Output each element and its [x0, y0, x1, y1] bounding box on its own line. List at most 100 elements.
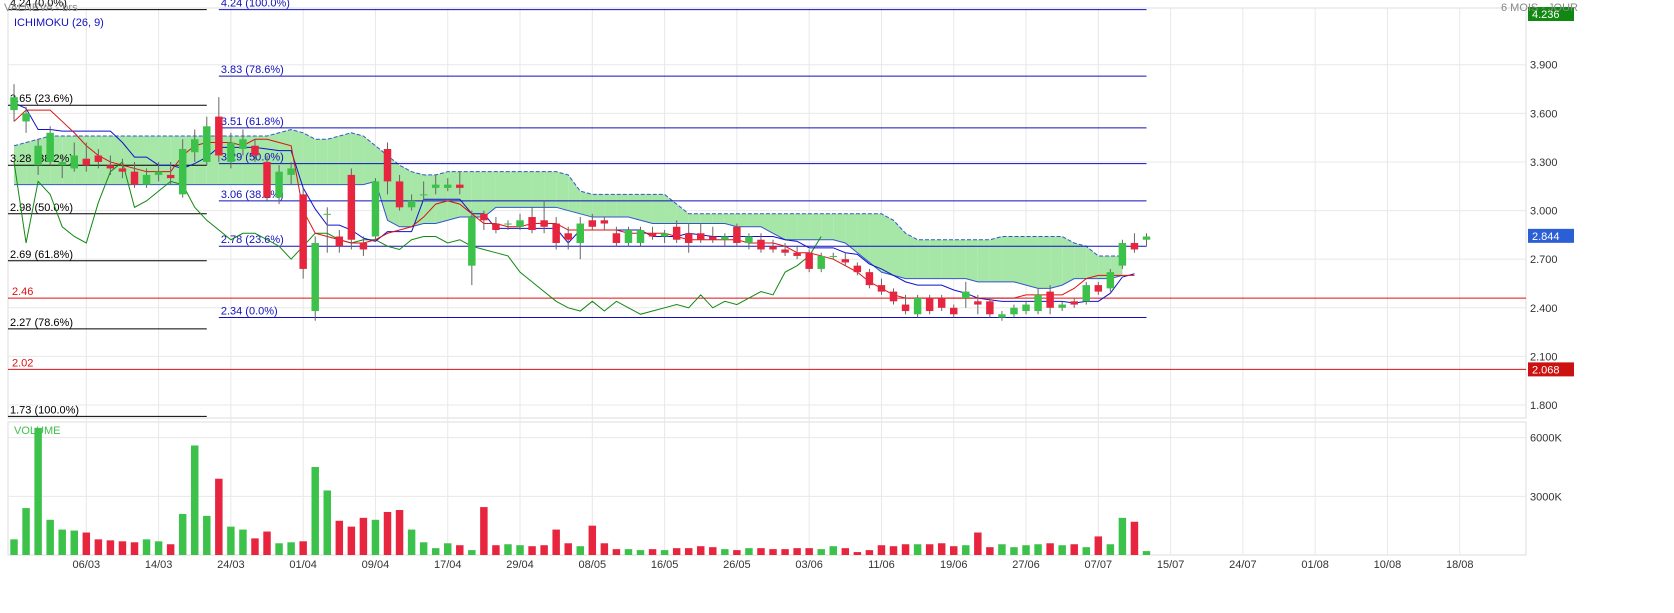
cloud-segment	[676, 204, 689, 224]
volume-bar	[383, 511, 392, 555]
candle-body	[853, 265, 862, 273]
fib-blue-label: 3.83 (78.6%)	[221, 64, 284, 76]
candle-body	[444, 184, 452, 188]
volume-bar	[215, 478, 223, 555]
volume-bar	[480, 507, 488, 555]
volume-bar	[865, 550, 874, 555]
volume-title: VOLUME	[14, 425, 60, 437]
x-tick-label: 11/06	[868, 559, 895, 571]
x-tick-label: 27/06	[1012, 559, 1040, 571]
candle-body	[504, 223, 512, 225]
candle-body	[22, 113, 30, 122]
candle-body	[721, 236, 729, 240]
candle-body	[769, 246, 777, 250]
y-tick-label: 3.600	[1530, 108, 1558, 120]
indicator-label: ICHIMOKU (26, 9)	[14, 17, 104, 29]
volume-bar	[757, 548, 765, 555]
volume-bar	[118, 541, 127, 555]
volume-bar	[1142, 551, 1151, 555]
cloud-segment	[1013, 236, 1027, 286]
x-tick-label: 10/08	[1374, 559, 1402, 571]
cloud-segment	[785, 213, 798, 240]
candle-body	[323, 213, 331, 215]
fib-black-label: 2.27 (78.6%)	[10, 317, 73, 329]
volume-bar	[950, 546, 958, 555]
volume-bar	[998, 544, 1006, 555]
candle-body	[480, 213, 488, 221]
candle-body	[456, 184, 464, 188]
candle-body	[154, 171, 163, 175]
volume-tick-label: 6000K	[1530, 433, 1562, 445]
volume-bar	[10, 539, 18, 555]
candle-body	[636, 230, 645, 243]
y-tick-label: 2.400	[1530, 303, 1558, 315]
candle-body	[962, 291, 970, 299]
candle-body	[877, 285, 886, 292]
candle-body	[94, 155, 103, 162]
fib-black-label: 1.73 (100.0%)	[10, 404, 79, 416]
x-tick-label: 15/07	[1157, 559, 1185, 571]
volume-bar	[299, 541, 307, 555]
candle-body	[588, 220, 597, 227]
cloud-segment	[495, 171, 508, 208]
cloud-segment	[1001, 236, 1014, 282]
volume-bar	[347, 526, 356, 555]
cloud-segment	[447, 171, 460, 221]
candle-body	[672, 226, 681, 240]
candle-body	[239, 139, 247, 149]
volume-bar	[166, 544, 175, 555]
volume-bar	[612, 549, 621, 555]
volume-bar	[1118, 517, 1127, 555]
volume-bar	[178, 513, 187, 555]
volume-bar	[901, 544, 910, 555]
cloud-segment	[941, 239, 954, 279]
volume-bar	[540, 545, 548, 555]
candle-body	[793, 252, 801, 256]
cloud-segment	[833, 213, 846, 243]
volume-bar	[889, 546, 898, 555]
candle-body	[648, 233, 657, 237]
cloud-segment	[881, 213, 894, 276]
volume-bar	[552, 529, 560, 555]
volume-bar	[335, 520, 344, 555]
candle-body	[106, 165, 115, 169]
candle-body	[974, 301, 982, 305]
volume-bar	[1058, 545, 1066, 555]
volume-tick-label: 3000K	[1530, 491, 1562, 503]
volume-bar	[576, 546, 584, 555]
cloud-segment	[736, 213, 749, 227]
candle-body	[937, 298, 946, 308]
volume-bar	[203, 515, 211, 555]
cloud-segment	[652, 194, 665, 224]
volume-bar	[275, 543, 283, 555]
cloud-segment	[1026, 236, 1039, 289]
candle-body	[865, 272, 874, 286]
x-tick-label: 01/08	[1301, 559, 1329, 571]
volume-bar	[1106, 544, 1115, 555]
volume-bar	[962, 545, 970, 555]
candle-body	[697, 233, 705, 240]
cloud-segment	[556, 171, 569, 211]
volume-bar	[419, 542, 428, 555]
cloud-segment	[640, 194, 653, 224]
candle-body	[684, 233, 693, 243]
candle-body	[347, 174, 356, 240]
cloud-segment	[532, 171, 545, 208]
fib-black-label: 2.98 (50.0%)	[10, 202, 73, 214]
cloud-segment	[1074, 242, 1087, 279]
cloud-segment	[507, 171, 521, 208]
candle-body	[166, 174, 175, 179]
candle-body	[407, 200, 416, 208]
candle-body	[468, 217, 476, 266]
candle-body	[431, 184, 440, 188]
y-tick-label: 2.700	[1530, 254, 1558, 266]
candle-body	[540, 220, 548, 227]
volume-bar	[444, 543, 452, 555]
candle-body	[576, 223, 584, 243]
candle-body	[275, 171, 283, 198]
volume-bar	[359, 517, 368, 555]
grid-lines	[7, 7, 1527, 556]
volume-bar	[82, 532, 91, 555]
volume-bar	[239, 529, 247, 555]
candle-body	[925, 298, 934, 312]
